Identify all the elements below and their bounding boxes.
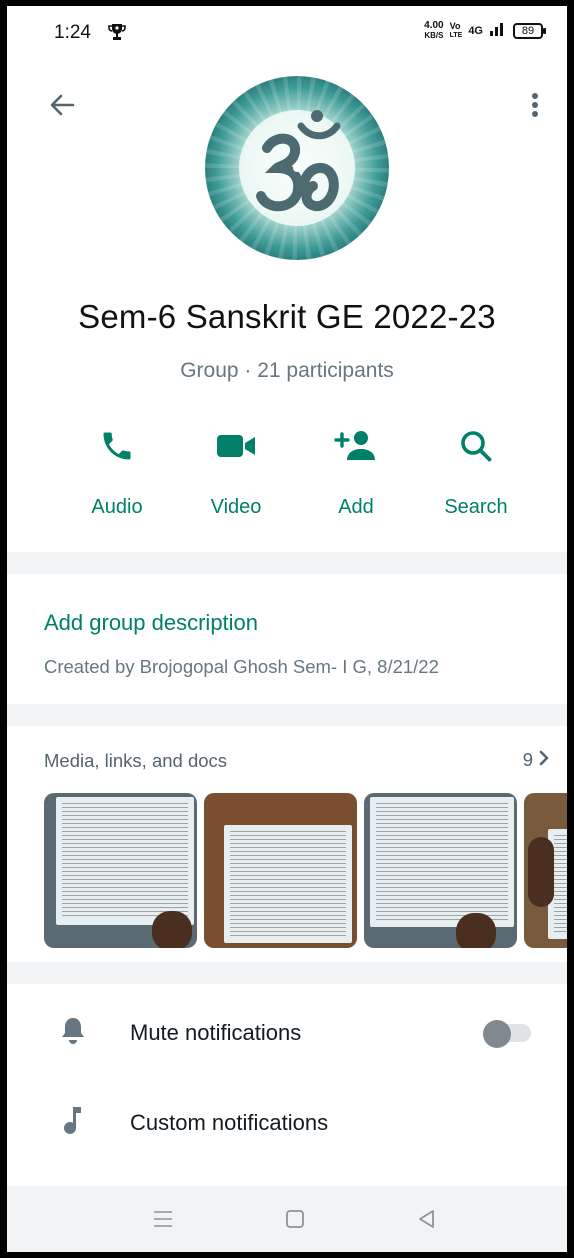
search-button[interactable]: Search [421, 420, 531, 530]
notification-settings-card: Mute notifications Custom notifications [7, 984, 567, 1186]
group-header-card: Sem-6 Sanskrit GE 2022-23 Group · 21 par… [7, 58, 567, 552]
volte-indicator: Vo LTE [449, 20, 463, 40]
more-options-button[interactable] [521, 88, 549, 122]
status-icons: 4.00 KB/S Vo LTE 4G 89 [424, 19, 546, 41]
phone-icon [103, 432, 131, 460]
network-speed: 4.00 KB/S [424, 19, 444, 41]
home-button[interactable] [275, 1204, 315, 1234]
speed-unit: KB/S [424, 30, 444, 40]
bell-icon [57, 1014, 89, 1046]
audio-call-button[interactable]: Audio [62, 420, 172, 530]
menu-lines-icon [154, 1211, 172, 1227]
search-label: Search [444, 496, 508, 518]
toggle-knob [483, 1020, 511, 1048]
group-participants: Group · 21 participants [180, 359, 394, 382]
music-note-icon [57, 1104, 89, 1136]
media-thumbnail[interactable] [364, 793, 517, 948]
phone-screen: 1:24 4.00 KB/S Vo LTE 4G 89 Sem-6 Sanskr… [7, 6, 567, 1252]
volte-top: Vo [449, 20, 461, 31]
description-card: Add group description Created by Brojogo… [7, 574, 567, 704]
audio-label: Audio [91, 496, 143, 518]
action-bar: Audio Video Add Search [7, 420, 567, 530]
search-icon [461, 431, 492, 462]
add-group-description-link[interactable]: Add group description [44, 610, 258, 636]
media-thumbnail[interactable] [44, 793, 197, 948]
media-card: Media, links, and docs 9 [7, 726, 567, 962]
add-person-icon [334, 431, 375, 460]
triangle-back-icon [419, 1210, 434, 1228]
media-thumbnails [44, 793, 567, 948]
volte-bottom: LTE [449, 31, 463, 39]
status-time: 1:24 [54, 22, 91, 43]
status-bar: 1:24 4.00 KB/S Vo LTE 4G 89 [7, 6, 567, 58]
signal-icon [489, 20, 507, 41]
hand [152, 911, 192, 948]
add-label: Add [338, 496, 374, 518]
trophy-icon [107, 22, 127, 47]
group-avatar[interactable] [205, 76, 389, 260]
hand [456, 913, 496, 948]
back-arrow-icon [50, 94, 75, 116]
more-vertical-icon [532, 93, 538, 117]
back-button[interactable] [45, 88, 79, 122]
system-navigation-bar [7, 1186, 567, 1252]
video-camera-icon [217, 435, 255, 457]
hand [528, 837, 554, 907]
mute-notifications-label: Mute notifications [130, 1020, 302, 1045]
media-thumbnail[interactable] [524, 793, 567, 948]
book-page [56, 797, 194, 925]
battery-level: 89 [521, 24, 535, 37]
book-page [224, 825, 352, 943]
add-participant-button[interactable]: Add [301, 420, 411, 530]
custom-notifications-label: Custom notifications [130, 1110, 329, 1135]
mute-toggle[interactable] [483, 1018, 531, 1048]
group-name[interactable]: Sem-6 Sanskrit GE 2022-23 [7, 298, 567, 336]
book-page [370, 797, 514, 927]
video-label: Video [210, 496, 262, 518]
custom-notifications-row[interactable]: Custom notifications [7, 1078, 567, 1158]
square-icon [286, 1210, 304, 1228]
speed-value: 4.00 [424, 19, 444, 31]
chevron-right-icon[interactable] [537, 748, 551, 773]
recent-apps-button[interactable] [143, 1204, 183, 1234]
video-call-button[interactable]: Video [181, 420, 291, 530]
om-symbol-icon [239, 110, 355, 226]
media-count[interactable]: 9 [523, 749, 533, 771]
created-by-text: Created by Brojogopal Ghosh Sem- I G, 8/… [44, 656, 439, 677]
media-thumbnail[interactable] [204, 793, 357, 948]
media-title[interactable]: Media, links, and docs [44, 750, 227, 772]
battery-icon: 89 [513, 22, 546, 39]
back-nav-button[interactable] [407, 1204, 447, 1234]
mute-notifications-row[interactable]: Mute notifications [7, 988, 567, 1068]
network-type: 4G [468, 24, 483, 37]
